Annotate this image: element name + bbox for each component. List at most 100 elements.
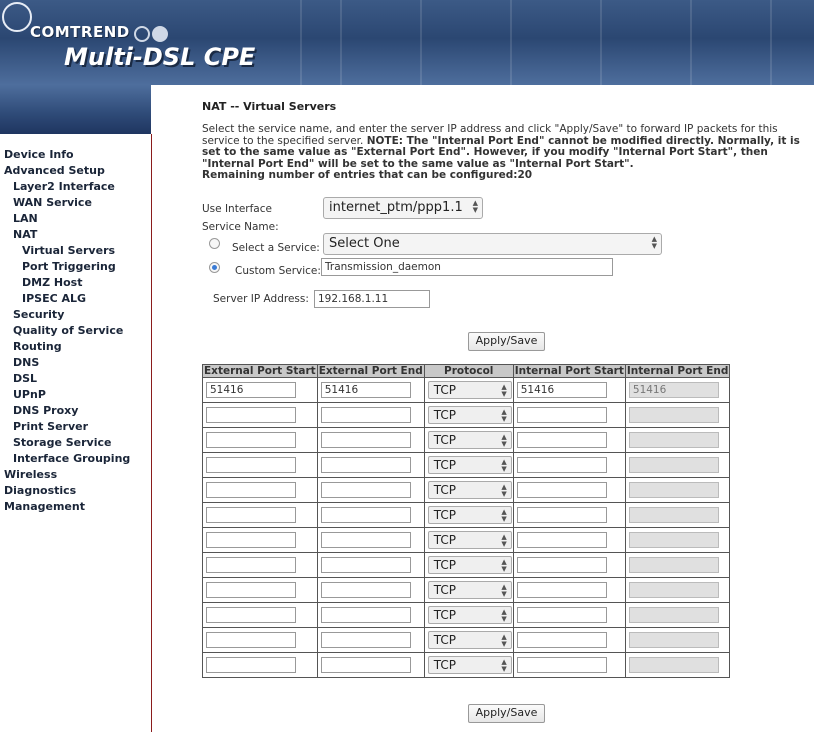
table-cell: [512, 652, 626, 678]
protocol-select[interactable]: TCP ▲ ▼: [427, 556, 512, 574]
sidebar-item-print-server[interactable]: Print Server: [13, 420, 88, 433]
internal-port-start-input[interactable]: [516, 482, 607, 498]
external-port-end-input[interactable]: [320, 407, 411, 423]
protocol-select[interactable]: TCP ▲ ▼: [427, 481, 512, 499]
select-service-radio[interactable]: [209, 238, 220, 249]
apply-save-button-bottom[interactable]: Apply/Save: [468, 704, 545, 723]
sidebar-item-dns-proxy[interactable]: DNS Proxy: [13, 404, 78, 417]
external-port-start-input[interactable]: [206, 632, 296, 648]
external-port-start-input[interactable]: [206, 482, 296, 498]
sidebar-item-virtual-servers[interactable]: Virtual Servers: [22, 244, 115, 257]
sidebar-item-routing[interactable]: Routing: [13, 340, 62, 353]
sidebar-item-upnp[interactable]: UPnP: [13, 388, 46, 401]
sidebar-item-interface-grouping[interactable]: Interface Grouping: [13, 452, 130, 465]
header-banner: COMTREND Multi-DSL CPE: [0, 0, 814, 202]
internal-port-start-input[interactable]: [516, 407, 607, 423]
external-port-start-input[interactable]: [206, 507, 296, 523]
external-port-start-input[interactable]: [206, 432, 296, 448]
table-cell: [624, 577, 731, 603]
sidebar-item-wireless[interactable]: Wireless: [4, 468, 57, 481]
external-port-end-input[interactable]: [320, 507, 411, 523]
external-port-start-input[interactable]: [206, 582, 296, 598]
table-cell: [202, 502, 318, 528]
sidebar-item-nat[interactable]: NAT: [13, 228, 37, 241]
sidebar-item-management[interactable]: Management: [4, 500, 85, 513]
external-port-end-input[interactable]: [320, 607, 411, 623]
protocol-value: TCP: [433, 533, 456, 547]
table-row: TCP ▲ ▼: [202, 477, 731, 503]
internal-port-start-input[interactable]: [516, 532, 607, 548]
sidebar-item-dmz-host[interactable]: DMZ Host: [22, 276, 82, 289]
use-interface-select[interactable]: internet_ptm/ppp1.1 ▲ ▼: [323, 197, 483, 219]
external-port-end-input[interactable]: [320, 482, 411, 498]
external-port-end-input[interactable]: [320, 657, 411, 673]
custom-service-input[interactable]: Transmission_daemon: [321, 258, 613, 276]
sidebar-item-dns[interactable]: DNS: [13, 356, 39, 369]
external-port-end-input[interactable]: [320, 582, 411, 598]
protocol-select[interactable]: TCP ▲ ▼: [427, 581, 512, 599]
select-service-select[interactable]: Select One ▲ ▼: [323, 233, 662, 255]
select-arrows-icon: ▲ ▼: [501, 383, 507, 398]
sidebar-item-security[interactable]: Security: [13, 308, 64, 321]
protocol-select[interactable]: TCP ▲ ▼: [427, 381, 512, 399]
internal-port-end-input: [628, 557, 719, 573]
table-cell: [316, 427, 425, 453]
protocol-select[interactable]: TCP ▲ ▼: [427, 406, 512, 424]
protocol-value: TCP: [433, 608, 456, 622]
external-port-end-input[interactable]: [320, 432, 411, 448]
table-cell: TCP ▲ ▼: [423, 652, 514, 678]
table-cell: TCP ▲ ▼: [423, 377, 514, 403]
table-cell: [202, 452, 318, 478]
internal-port-start-input[interactable]: 51416: [516, 382, 607, 398]
sidebar-item-advanced-setup[interactable]: Advanced Setup: [4, 164, 105, 177]
protocol-select[interactable]: TCP ▲ ▼: [427, 656, 512, 674]
external-port-start-input[interactable]: [206, 607, 296, 623]
select-arrows-icon: ▲ ▼: [501, 533, 507, 548]
protocol-select[interactable]: TCP ▲ ▼: [427, 506, 512, 524]
sidebar-item-ipsec-alg[interactable]: IPSEC ALG: [22, 292, 86, 305]
internal-port-start-input[interactable]: [516, 557, 607, 573]
external-port-start-input[interactable]: [206, 657, 296, 673]
protocol-select[interactable]: TCP ▲ ▼: [427, 606, 512, 624]
internal-port-start-input[interactable]: [516, 607, 607, 623]
virtual-servers-table: External Port Start External Port End Pr…: [202, 364, 731, 678]
table-cell: [316, 402, 425, 428]
external-port-start-input[interactable]: [206, 557, 296, 573]
sidebar-item-diagnostics[interactable]: Diagnostics: [4, 484, 76, 497]
protocol-select[interactable]: TCP ▲ ▼: [427, 531, 512, 549]
internal-port-end-input: [628, 457, 719, 473]
sidebar-item-lan[interactable]: LAN: [13, 212, 38, 225]
sidebar-item-storage-service[interactable]: Storage Service: [13, 436, 111, 449]
table-cell: TCP ▲ ▼: [423, 627, 514, 653]
external-port-end-input[interactable]: [320, 632, 411, 648]
protocol-select[interactable]: TCP ▲ ▼: [427, 456, 512, 474]
external-port-end-input[interactable]: [320, 557, 411, 573]
custom-service-radio[interactable]: [209, 262, 220, 273]
table-cell: TCP ▲ ▼: [423, 427, 514, 453]
external-port-end-input[interactable]: 51416: [320, 382, 411, 398]
external-port-start-input[interactable]: [206, 457, 296, 473]
internal-port-start-input[interactable]: [516, 582, 607, 598]
internal-port-start-input[interactable]: [516, 657, 607, 673]
protocol-select[interactable]: TCP ▲ ▼: [427, 431, 512, 449]
external-port-end-input[interactable]: [320, 457, 411, 473]
internal-port-start-input[interactable]: [516, 457, 607, 473]
apply-save-button-top[interactable]: Apply/Save: [468, 332, 545, 351]
protocol-select[interactable]: TCP ▲ ▼: [427, 631, 512, 649]
external-port-start-input[interactable]: 51416: [206, 382, 296, 398]
internal-port-start-input[interactable]: [516, 632, 607, 648]
internal-port-start-input[interactable]: [516, 432, 607, 448]
sidebar-item-port-triggering[interactable]: Port Triggering: [22, 260, 116, 273]
server-ip-input[interactable]: 192.168.1.11: [314, 290, 430, 308]
sidebar-item-layer2-interface[interactable]: Layer2 Interface: [13, 180, 115, 193]
header-protocol: Protocol: [423, 364, 514, 378]
external-port-start-input[interactable]: [206, 407, 296, 423]
sidebar-item-quality-of-service[interactable]: Quality of Service: [13, 324, 123, 337]
sidebar-item-device-info[interactable]: Device Info: [4, 148, 74, 161]
sidebar-item-dsl[interactable]: DSL: [13, 372, 37, 385]
internal-port-start-input[interactable]: [516, 507, 607, 523]
external-port-start-input[interactable]: [206, 532, 296, 548]
external-port-end-input[interactable]: [320, 532, 411, 548]
table-cell: [202, 552, 318, 578]
sidebar-item-wan-service[interactable]: WAN Service: [13, 196, 92, 209]
